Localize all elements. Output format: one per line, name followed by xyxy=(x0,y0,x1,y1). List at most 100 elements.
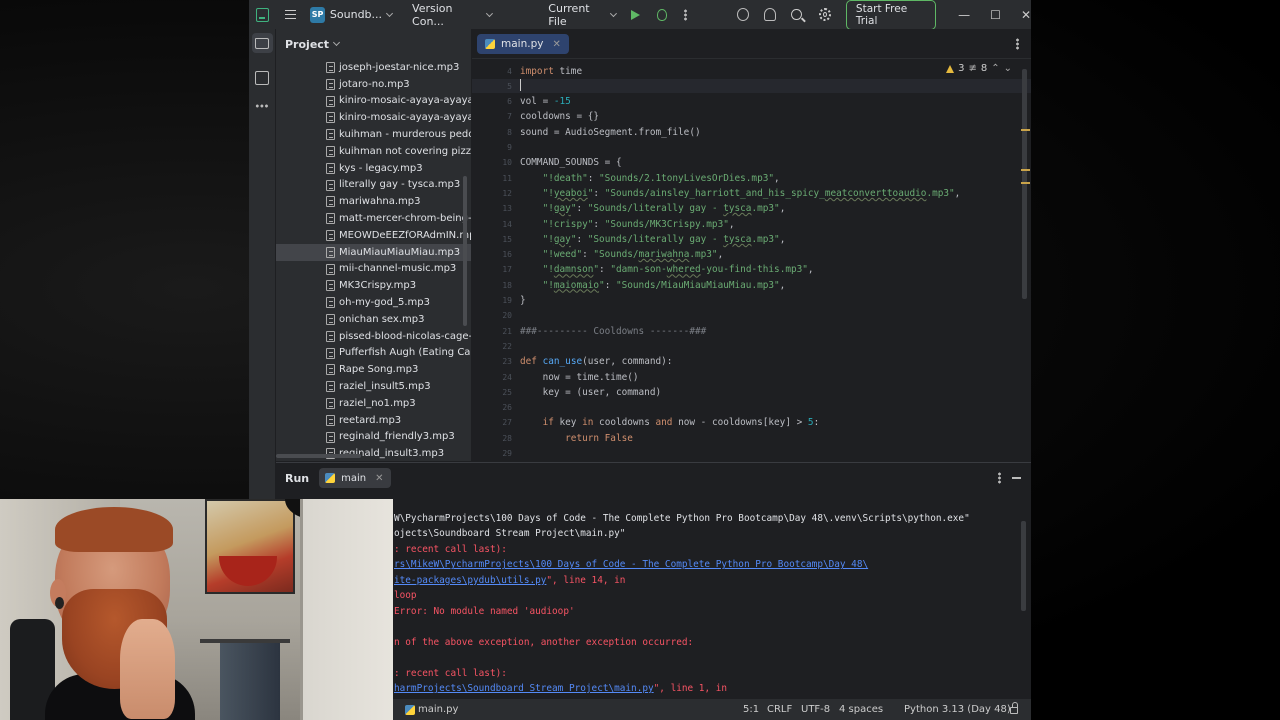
warning-marker[interactable] xyxy=(1021,182,1030,184)
vcs-selector[interactable]: Version Con... xyxy=(412,2,493,28)
file-tree-item[interactable]: joseph-joestar-nice.mp3 xyxy=(276,59,471,76)
file-tree-item[interactable]: kiniro-mosaic-ayaya-ayaya_Hc xyxy=(276,109,471,126)
file-name: kuihman - murderous pedoph xyxy=(339,129,471,141)
chevron-down-icon xyxy=(610,9,617,17)
line-number: 28 xyxy=(502,433,512,443)
file-tree-item[interactable]: jotaro-no.mp3 xyxy=(276,76,471,93)
close-tab-icon[interactable]: ✕ xyxy=(552,39,560,50)
code-line[interactable]: 17 "!damnson": "damn-son-whered-you-find… xyxy=(472,263,1031,277)
file-tree-item[interactable]: matt-mercer-chrom-being-he xyxy=(276,210,471,227)
tab-options-icon[interactable] xyxy=(1016,38,1019,50)
file-tree-item[interactable]: MK3Crispy.mp3 xyxy=(276,277,471,294)
more-actions-icon[interactable] xyxy=(684,8,687,21)
code-line[interactable]: 21 ###--------- Cooldowns -------### xyxy=(472,324,1031,338)
add-user-icon[interactable] xyxy=(764,8,777,21)
status-line-separator[interactable]: CRLF xyxy=(767,704,792,715)
code-line[interactable]: 27 if key in cooldowns and now - cooldow… xyxy=(472,416,1031,430)
file-tree-item[interactable]: kiniro-mosaic-ayaya-ayaya-ay xyxy=(276,93,471,110)
code-line[interactable]: 11 "!death": "Sounds/2.1tonyLivesOrDies.… xyxy=(472,171,1031,185)
file-tree-item[interactable]: kuihman not covering pizza cl xyxy=(276,143,471,160)
file-tree-item[interactable]: literally gay - tysca.mp3 xyxy=(276,177,471,194)
code-line[interactable]: 23 def can_use(user, command): xyxy=(472,355,1031,369)
lock-icon[interactable] xyxy=(1010,702,1018,714)
code-line[interactable]: 18 "!maiomaio": "Sounds/MiauMiauMiauMiau… xyxy=(472,278,1031,292)
file-tree-item[interactable]: kuihman - murderous pedoph xyxy=(276,126,471,143)
close-tab-icon[interactable]: ✕ xyxy=(375,473,383,484)
status-file[interactable]: main.py xyxy=(418,704,458,715)
file-tree-item[interactable]: mii-channel-music.mp3 xyxy=(276,261,471,278)
code-line[interactable]: 26 xyxy=(472,401,1031,415)
code-line[interactable]: 4 import time xyxy=(472,64,1031,78)
line-number: 23 xyxy=(502,357,512,367)
code-line[interactable]: 29 xyxy=(472,447,1031,461)
code-line[interactable]: 25 key = (user, command) xyxy=(472,385,1031,399)
run-tab-main[interactable]: main ✕ xyxy=(319,468,391,488)
file-tree-item[interactable]: MEOWDeEEZfORAdmIN.mp3 xyxy=(276,227,471,244)
code-line[interactable]: 28 return False xyxy=(472,431,1031,445)
code-line[interactable]: 5 xyxy=(472,79,1031,94)
code-line[interactable]: 20 xyxy=(472,309,1031,323)
status-indent[interactable]: 4 spaces xyxy=(839,704,883,715)
run-options-icon[interactable] xyxy=(998,472,1001,484)
code-line[interactable]: 7 cooldowns = {} xyxy=(472,110,1031,124)
file-tree-item[interactable]: kys - legacy.mp3 xyxy=(276,160,471,177)
file-tree-item[interactable]: pissed-blood-nicolas-cage-be xyxy=(276,328,471,345)
file-tree-item[interactable]: reginald_friendly3.mp3 xyxy=(276,429,471,446)
file-tree-item[interactable]: oh-my-god_5.mp3 xyxy=(276,294,471,311)
console-scrollbar[interactable] xyxy=(1021,521,1026,611)
more-tools-icon[interactable] xyxy=(255,99,269,113)
file-tree-item[interactable]: Pufferfish Augh (Eating Carrot xyxy=(276,345,471,362)
file-tree-item[interactable]: onichan sex.mp3 xyxy=(276,311,471,328)
code-line[interactable]: 12 "!yeaboi": "Sounds/ainsley_harriott_a… xyxy=(472,186,1031,200)
file-tree-item[interactable]: raziel_insult5.mp3 xyxy=(276,378,471,395)
file-tree-item[interactable]: mariwahna.mp3 xyxy=(276,193,471,210)
console-line[interactable]: rs\MikeW\PycharmProjects\100 Days of Cod… xyxy=(394,559,868,573)
tab-main-py[interactable]: main.py ✕ xyxy=(477,34,569,54)
project-horizontal-scrollbar[interactable] xyxy=(276,454,361,458)
code-line[interactable]: 14 "!crispy": "Sounds/MK3Crispy.mp3", xyxy=(472,217,1031,231)
code-line[interactable]: 13 "!gay": "Sounds/literally gay - tysca… xyxy=(472,202,1031,216)
line-number: 11 xyxy=(502,173,512,183)
code-line[interactable]: 22 xyxy=(472,339,1031,353)
project-badge[interactable]: SP xyxy=(310,6,325,23)
line-number: 26 xyxy=(502,403,512,413)
maximize-button[interactable]: ☐ xyxy=(990,8,1001,22)
structure-icon[interactable] xyxy=(255,71,269,85)
settings-gear-icon[interactable] xyxy=(818,8,831,21)
status-caret-position[interactable]: 5:1 xyxy=(743,704,759,715)
warning-marker[interactable] xyxy=(1021,129,1030,131)
debug-icon[interactable] xyxy=(656,8,668,21)
editor-scrollbar[interactable] xyxy=(1022,69,1027,299)
code-line[interactable]: 8 sound = AudioSegment.from_file() xyxy=(472,125,1031,139)
title-bar: SP Soundb... Version Con... Current File… xyxy=(249,0,1031,30)
close-button[interactable]: ✕ xyxy=(1021,8,1031,22)
warning-marker[interactable] xyxy=(1021,169,1030,171)
code-line[interactable]: 6 vol = -15 xyxy=(472,95,1031,109)
project-folder-icon[interactable] xyxy=(255,38,269,49)
search-icon[interactable] xyxy=(791,9,802,20)
project-scrollbar[interactable] xyxy=(463,176,467,326)
start-free-trial-button[interactable]: Start Free Trial xyxy=(845,0,937,30)
main-menu-icon[interactable] xyxy=(285,10,297,19)
code-line[interactable]: 9 xyxy=(472,141,1031,155)
status-encoding[interactable]: UTF-8 xyxy=(801,704,830,715)
code-line[interactable]: 24 now = time.time() xyxy=(472,370,1031,384)
file-name: joseph-joestar-nice.mp3 xyxy=(339,61,460,73)
file-tree-item[interactable]: Rape Song.mp3 xyxy=(276,361,471,378)
run-config-selector[interactable]: Current File xyxy=(548,2,617,28)
code-line[interactable]: 15 "!gay": "Sounds/literally gay - tysca… xyxy=(472,232,1031,246)
status-interpreter[interactable]: Python 3.13 (Day 48) xyxy=(904,704,1011,715)
minimize-panel-icon[interactable] xyxy=(1012,477,1021,479)
code-line[interactable]: 10 COMMAND_SOUNDS = { xyxy=(472,156,1031,170)
project-panel-header[interactable]: Project xyxy=(276,29,471,59)
run-icon[interactable] xyxy=(630,9,640,20)
project-selector[interactable]: Soundb... xyxy=(325,8,394,21)
minimize-button[interactable]: — xyxy=(958,8,970,22)
code-line[interactable]: 19} xyxy=(472,294,1031,308)
ai-assistant-icon[interactable] xyxy=(736,8,750,21)
file-tree-item[interactable]: raziel_no1.mp3 xyxy=(276,395,471,412)
code-line[interactable]: 16 "!weed": "Sounds/mariwahna.mp3", xyxy=(472,248,1031,262)
code-area[interactable]: 4 import time 5 6 vol = -15 7 cooldowns = {} 8 s… xyxy=(472,60,1031,461)
file-tree-item[interactable]: MiauMiauMiauMiau.mp3 xyxy=(276,243,471,261)
file-tree-item[interactable]: reetard.mp3 xyxy=(276,412,471,429)
